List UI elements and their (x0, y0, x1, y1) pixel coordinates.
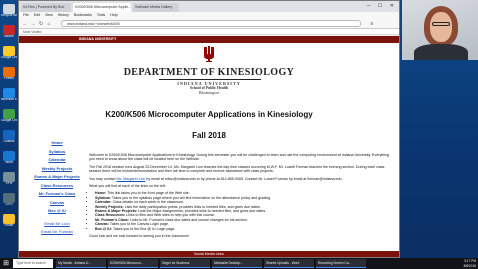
tab-box[interactable]: IUl Res | Powered By Box (21, 3, 71, 12)
taskbar: ⊞ Type here to search My Media - Indiana… (0, 258, 478, 269)
left-nav: Home Syllabus Calendar Weekly Projects E… (27, 139, 87, 237)
nav-class-resources[interactable]: Class Resources (27, 182, 87, 191)
desktop-icon[interactable]: Folder (1, 214, 17, 228)
nav-box[interactable]: Box @ IU (27, 207, 87, 216)
nav-toolbar: ← → ↻ ⌂ www.indiana.edu/~kineweb/k200/ ≡ (19, 19, 399, 29)
desktop-icon[interactable]: Outlook (1, 130, 17, 144)
link-description-item: Box @ IU: Takes you to the Box @ IU Logi… (95, 227, 394, 231)
nav-furman-class[interactable]: Mr. Furman's Class (27, 190, 87, 199)
app-icon (3, 46, 15, 56)
sessions-paragraph: The Fall 2018 session runs August 20-Dec… (89, 164, 385, 174)
menu-tools[interactable]: Tools (97, 13, 105, 17)
app-icon (3, 25, 15, 35)
menu-file[interactable]: File (23, 13, 29, 17)
nav-canvas[interactable]: Canvas (27, 199, 87, 208)
app-icon (3, 4, 15, 14)
school-name: School of Public Health (189, 86, 229, 90)
window-controls[interactable]: ─ ☐ ✕ (367, 3, 397, 9)
menu-bookmarks[interactable]: Bookmarks (74, 13, 92, 17)
desktop-icon[interactable]: Adobe (1, 25, 17, 39)
nav-calendar[interactable]: Calendar (27, 156, 87, 165)
windows-start-icon[interactable]: ⊞ (0, 258, 12, 269)
menu-history[interactable]: History (58, 13, 69, 17)
contact-paragraph: You may contact Ms. Margaret Lion by ema… (89, 176, 343, 181)
nav-exams[interactable]: Exams & Major Projects (27, 173, 87, 182)
course-title: K200/K506 Microcomputer Applications in … (105, 110, 313, 119)
app-icon (3, 172, 15, 182)
desktop-icon[interactable]: VPN (1, 172, 17, 186)
desktop-icon[interactable]: Firefox (1, 67, 17, 81)
app-icon (3, 109, 15, 119)
city-name: Bloomington (198, 91, 220, 95)
app-icon (3, 151, 15, 161)
desktop-icon-label: Microsoft Edge (1, 98, 17, 101)
desktop-icon[interactable]: Microsoft Edge (1, 88, 17, 102)
web-page: INDIANA UNIVERSITY DEPARTMENT OF KINESIO… (19, 36, 399, 257)
nav-home[interactable]: Home (27, 139, 87, 148)
url-bar[interactable]: www.indiana.edu/~kineweb/k200/ (61, 20, 361, 27)
app-icon (3, 214, 15, 224)
desktop-icon[interactable]: Word (1, 151, 17, 165)
menu-bar: File Edit View History Bookmarks Tools H… (19, 12, 399, 19)
links-intro: What you will find at each of the links … (89, 184, 166, 189)
task-mediasite[interactable]: Mediasite Desktop... (212, 259, 262, 268)
menu-icon[interactable]: ≡ (369, 21, 375, 27)
task-recording[interactable]: Recording Screen Ca... (316, 259, 366, 268)
main-content: Welcome to K200/K506 Microcomputer Appli… (89, 153, 394, 242)
tab-bar: IUl Res | Powered By Box K200/K506 Micro… (19, 1, 399, 12)
contact-lion-link[interactable]: Ms. Margaret Lion (116, 177, 145, 181)
email-furman-link[interactable]: Email Mr. Furman (27, 228, 87, 237)
reload-icon[interactable]: ↻ (38, 21, 44, 27)
tab-media-gallery[interactable]: Software Media Gallery (133, 3, 179, 12)
desktop-icon-label: Recycle Bin (1, 14, 17, 17)
iu-banner: INDIANA UNIVERSITY (19, 36, 399, 43)
back-icon[interactable]: ← (22, 21, 28, 27)
desktop-icon-label: Outlook (3, 140, 15, 143)
social-media-footer[interactable]: Social Media Links (19, 251, 399, 257)
home-icon[interactable]: ⌂ (46, 21, 52, 27)
desktop-icon[interactable]: Recycle Bin (1, 4, 17, 18)
webcam-overlay (402, 0, 478, 60)
iu-trident-logo (204, 46, 214, 62)
email-lion-link[interactable]: Email Mr. Lion (27, 220, 87, 229)
desktop-icon[interactable]: Google Chrome (1, 109, 17, 123)
task-k200[interactable]: K200/K506 Microcom... (108, 259, 158, 268)
desktop-icon-label: Folder (4, 224, 14, 227)
menu-help[interactable]: Help (110, 13, 117, 17)
app-icon (3, 130, 15, 140)
desktop-icon-label: Firefox (4, 77, 14, 80)
taskbar-search[interactable]: Type here to search (13, 259, 53, 268)
nav-weekly-projects[interactable]: Weekly Projects (27, 165, 87, 174)
intro-paragraph: Welcome to K200/K506 Microcomputer Appli… (89, 153, 390, 162)
app-icon (3, 88, 15, 98)
task-mymedia[interactable]: My Media - Indiana U... (56, 259, 106, 268)
system-clock[interactable]: 3:17 PM 8/8/2018 (464, 259, 476, 268)
desktop-icon[interactable]: Google Chrome (1, 46, 17, 60)
menu-view[interactable]: View (45, 13, 53, 17)
desktop-icon-label: Adobe (4, 35, 14, 38)
browser-window: IUl Res | Powered By Box K200/K506 Micro… (18, 0, 400, 258)
menu-edit[interactable]: Edit (34, 13, 40, 17)
desktop-icon-label: GPO (5, 203, 13, 206)
desktop-icon-label: Google Chrome (1, 56, 17, 59)
app-icon (3, 67, 15, 77)
closing-line: Good luck and we look forward to seeing … (89, 234, 189, 239)
desktop-icon-label: Word (5, 161, 13, 164)
forward-icon[interactable]: → (30, 21, 36, 27)
task-skype[interactable]: Skype for Business (160, 259, 210, 268)
dept-title: DEPARTMENT OF KINESIOLOGY (123, 67, 295, 78)
dept-divider (159, 79, 261, 80)
app-icon (3, 193, 15, 203)
link-descriptions: Home: This link takes you to the front p… (89, 191, 394, 231)
desktop-icon[interactable]: GPO (1, 193, 17, 207)
nav-syllabus[interactable]: Syllabus (27, 148, 87, 157)
bookmarks-bar[interactable]: Most Visited (19, 29, 399, 35)
desktop-icon-label: VPN (5, 182, 13, 185)
tab-k200[interactable]: K200/K506 Microcomputer Applic... (73, 3, 131, 12)
task-word[interactable]: Shared Uploads - Word (264, 259, 314, 268)
desktop-icon-label: Google Chrome (1, 119, 17, 122)
